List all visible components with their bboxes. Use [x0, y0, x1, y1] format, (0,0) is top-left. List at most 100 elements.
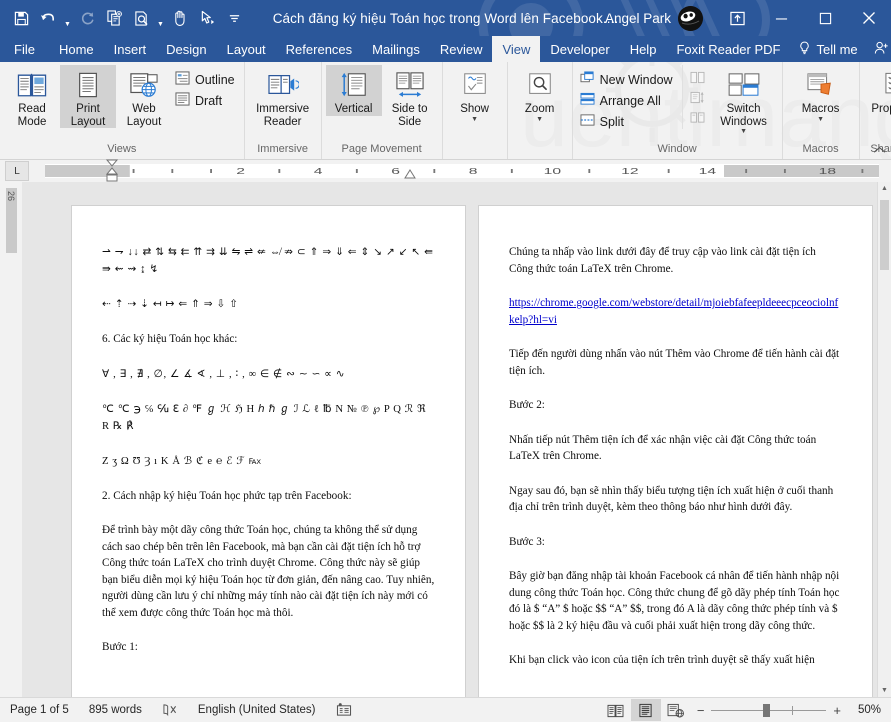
- macros-icon: [806, 68, 836, 102]
- word-window: ▼ ▼ Cách đăng ký hiệu Toán học trong Wor…: [0, 0, 891, 722]
- tab-view[interactable]: View: [492, 36, 541, 62]
- tab-selector[interactable]: L: [5, 161, 29, 181]
- read-mode-view-button[interactable]: [601, 699, 631, 721]
- minimize-icon[interactable]: [759, 0, 803, 36]
- zoom-thumb[interactable]: [763, 703, 771, 717]
- undo-icon[interactable]: [35, 5, 61, 31]
- vertical-ruler[interactable]: 26: [0, 182, 22, 697]
- redo-icon[interactable]: [74, 5, 100, 31]
- zoom-in-button[interactable]: +: [833, 703, 841, 718]
- immersive-group-label: Immersive: [257, 143, 308, 155]
- share-button[interactable]: Share: [866, 36, 891, 62]
- arrange-all-button[interactable]: Arrange All: [577, 90, 678, 111]
- views-group-label: Views: [107, 143, 137, 155]
- document-page-right[interactable]: Chúng ta nhấp vào link dưới đây để truy …: [479, 206, 872, 697]
- ribbon-display-options-icon[interactable]: [715, 0, 759, 36]
- web-layout-view-button[interactable]: [661, 699, 691, 721]
- print-preview-dropdown-icon[interactable]: ▼: [155, 2, 166, 35]
- page-indicator[interactable]: Page 1 of 5: [0, 704, 79, 716]
- zoom-out-button[interactable]: −: [697, 703, 705, 718]
- new-window-button[interactable]: New Window: [577, 69, 678, 90]
- immersive-reader-button[interactable]: Immersive Reader: [249, 65, 317, 128]
- proofing-errors-icon[interactable]: [152, 703, 188, 717]
- zoom-slider[interactable]: − +: [691, 703, 851, 718]
- tab-help[interactable]: Help: [620, 36, 667, 62]
- show-label: Show: [460, 103, 489, 115]
- scroll-down-arrow[interactable]: ▼: [878, 684, 891, 697]
- tab-file[interactable]: File: [0, 36, 49, 62]
- scrollbar-thumb[interactable]: [880, 200, 889, 270]
- zoom-track[interactable]: [711, 703, 827, 717]
- scroll-up-arrow[interactable]: ▲: [878, 182, 891, 195]
- chrome-webstore-link[interactable]: https://chrome.google.com/webstore/detai…: [509, 295, 842, 328]
- print-layout-view-button[interactable]: [630, 699, 661, 721]
- print-preview-icon[interactable]: [128, 5, 154, 31]
- tab-mailings[interactable]: Mailings: [362, 36, 430, 62]
- switch-windows-icon: [728, 68, 760, 102]
- vertical-scrollbar[interactable]: ▲ ▼: [877, 182, 891, 697]
- vertical-button[interactable]: Vertical: [325, 65, 382, 116]
- document-canvas-row: 26 ⇀ ⇁ ↓↓ ⇄ ⇅ ⇆ ⇇ ⇈ ⇉ ⇊ ⇋ ⇌ ⇍ ⇎ ⇏ ⊂ ⇑ ⇒ …: [0, 182, 891, 697]
- synchronous-scrolling-button[interactable]: [687, 89, 710, 109]
- customize-qat-icon[interactable]: [221, 5, 247, 31]
- account-name[interactable]: Angel Park: [605, 11, 671, 26]
- word-count[interactable]: 895 words: [79, 704, 152, 716]
- svg-text:18: 18: [819, 167, 836, 176]
- accessibility-icon[interactable]: [326, 703, 362, 717]
- language-indicator[interactable]: English (United States): [188, 704, 326, 716]
- indent-markers[interactable]: [105, 159, 119, 183]
- switch-windows-dropdown-icon[interactable]: ▼: [740, 128, 747, 136]
- copy-format-icon[interactable]: [101, 5, 127, 31]
- views-small-buttons: Outline Draft: [172, 65, 240, 111]
- restore-icon[interactable]: [803, 0, 847, 36]
- draft-button[interactable]: Draft: [172, 90, 240, 111]
- symbol-line-3: ∀ , ∃ , ∄ , ∅, ∠ ∡ ∢ , ⊥ , ∶ , ∞ ∈ ∉ ∾ ∼…: [102, 368, 346, 380]
- print-layout-button[interactable]: Print Layout: [60, 65, 116, 128]
- macros-dropdown-icon[interactable]: ▼: [817, 116, 824, 124]
- web-layout-button[interactable]: Web Layout: [116, 65, 172, 128]
- properties-button[interactable]: S Properties: [864, 65, 891, 116]
- show-button[interactable]: Show ▼: [447, 65, 503, 124]
- hand-icon[interactable]: [167, 5, 193, 31]
- paragraph-confirm-install: Nhấn tiếp nút Thêm tiện ích để xác nhận …: [509, 433, 817, 463]
- svg-text:2: 2: [236, 167, 245, 176]
- paragraph-click-icon: Khi bạn click vào icon của tiện ích trên…: [509, 654, 815, 666]
- tab-layout[interactable]: Layout: [217, 36, 276, 62]
- tab-insert[interactable]: Insert: [104, 36, 157, 62]
- tab-developer[interactable]: Developer: [540, 36, 619, 62]
- reset-window-position-button[interactable]: [687, 109, 710, 129]
- right-indent-marker[interactable]: [403, 169, 417, 179]
- draft-icon: [175, 92, 190, 109]
- split-button[interactable]: Split: [577, 111, 678, 132]
- avatar[interactable]: [678, 5, 703, 31]
- switch-windows-button[interactable]: Switch Windows ▼: [710, 65, 778, 136]
- tell-me-button[interactable]: Tell me: [790, 36, 865, 62]
- page-area[interactable]: ⇀ ⇁ ↓↓ ⇄ ⇅ ⇆ ⇇ ⇈ ⇉ ⇊ ⇋ ⇌ ⇍ ⇎ ⇏ ⊂ ⇑ ⇒ ⇓ ⇐…: [22, 182, 891, 697]
- side-to-side-button[interactable]: Side to Side: [382, 65, 438, 128]
- view-side-by-side-button[interactable]: [687, 69, 710, 89]
- quick-access-toolbar: ▼ ▼: [0, 2, 247, 35]
- document-page-left[interactable]: ⇀ ⇁ ↓↓ ⇄ ⇅ ⇆ ⇇ ⇈ ⇉ ⇊ ⇋ ⇌ ⇍ ⇎ ⇏ ⊂ ⇑ ⇒ ⇓ ⇐…: [72, 206, 465, 697]
- tab-foxit-reader-pdf[interactable]: Foxit Reader PDF: [666, 36, 790, 62]
- pointer-icon[interactable]: [194, 5, 220, 31]
- tab-review[interactable]: Review: [430, 36, 493, 62]
- save-icon[interactable]: [8, 5, 34, 31]
- outline-button[interactable]: Outline: [172, 69, 240, 90]
- close-icon[interactable]: [847, 0, 891, 36]
- zoom-button[interactable]: Zoom ▼: [512, 65, 568, 124]
- show-dropdown-icon[interactable]: ▼: [471, 116, 478, 124]
- read-mode-button[interactable]: Read Mode: [4, 65, 60, 128]
- macros-group-label: Macros: [802, 143, 839, 155]
- tab-home[interactable]: Home: [49, 36, 104, 62]
- macros-button[interactable]: Macros ▼: [787, 65, 855, 124]
- zoom-dropdown-icon[interactable]: ▼: [536, 116, 543, 124]
- tab-design[interactable]: Design: [156, 36, 216, 62]
- symbol-line-2: ⇠ ⇡ ⇢ ⇣ ↤ ↦ ⇐ ⇑ ⇒ ⇩ ⇧: [102, 299, 239, 310]
- draft-label: Draft: [195, 93, 223, 108]
- tab-references[interactable]: References: [276, 36, 362, 62]
- window-small-buttons-2: [681, 65, 710, 129]
- horizontal-ruler[interactable]: 2 4 6 8 10 12 14 18: [45, 159, 879, 182]
- chevron-up-icon[interactable]: [873, 145, 886, 157]
- undo-dropdown-icon[interactable]: ▼: [62, 2, 73, 35]
- zoom-level[interactable]: 50%: [851, 704, 891, 716]
